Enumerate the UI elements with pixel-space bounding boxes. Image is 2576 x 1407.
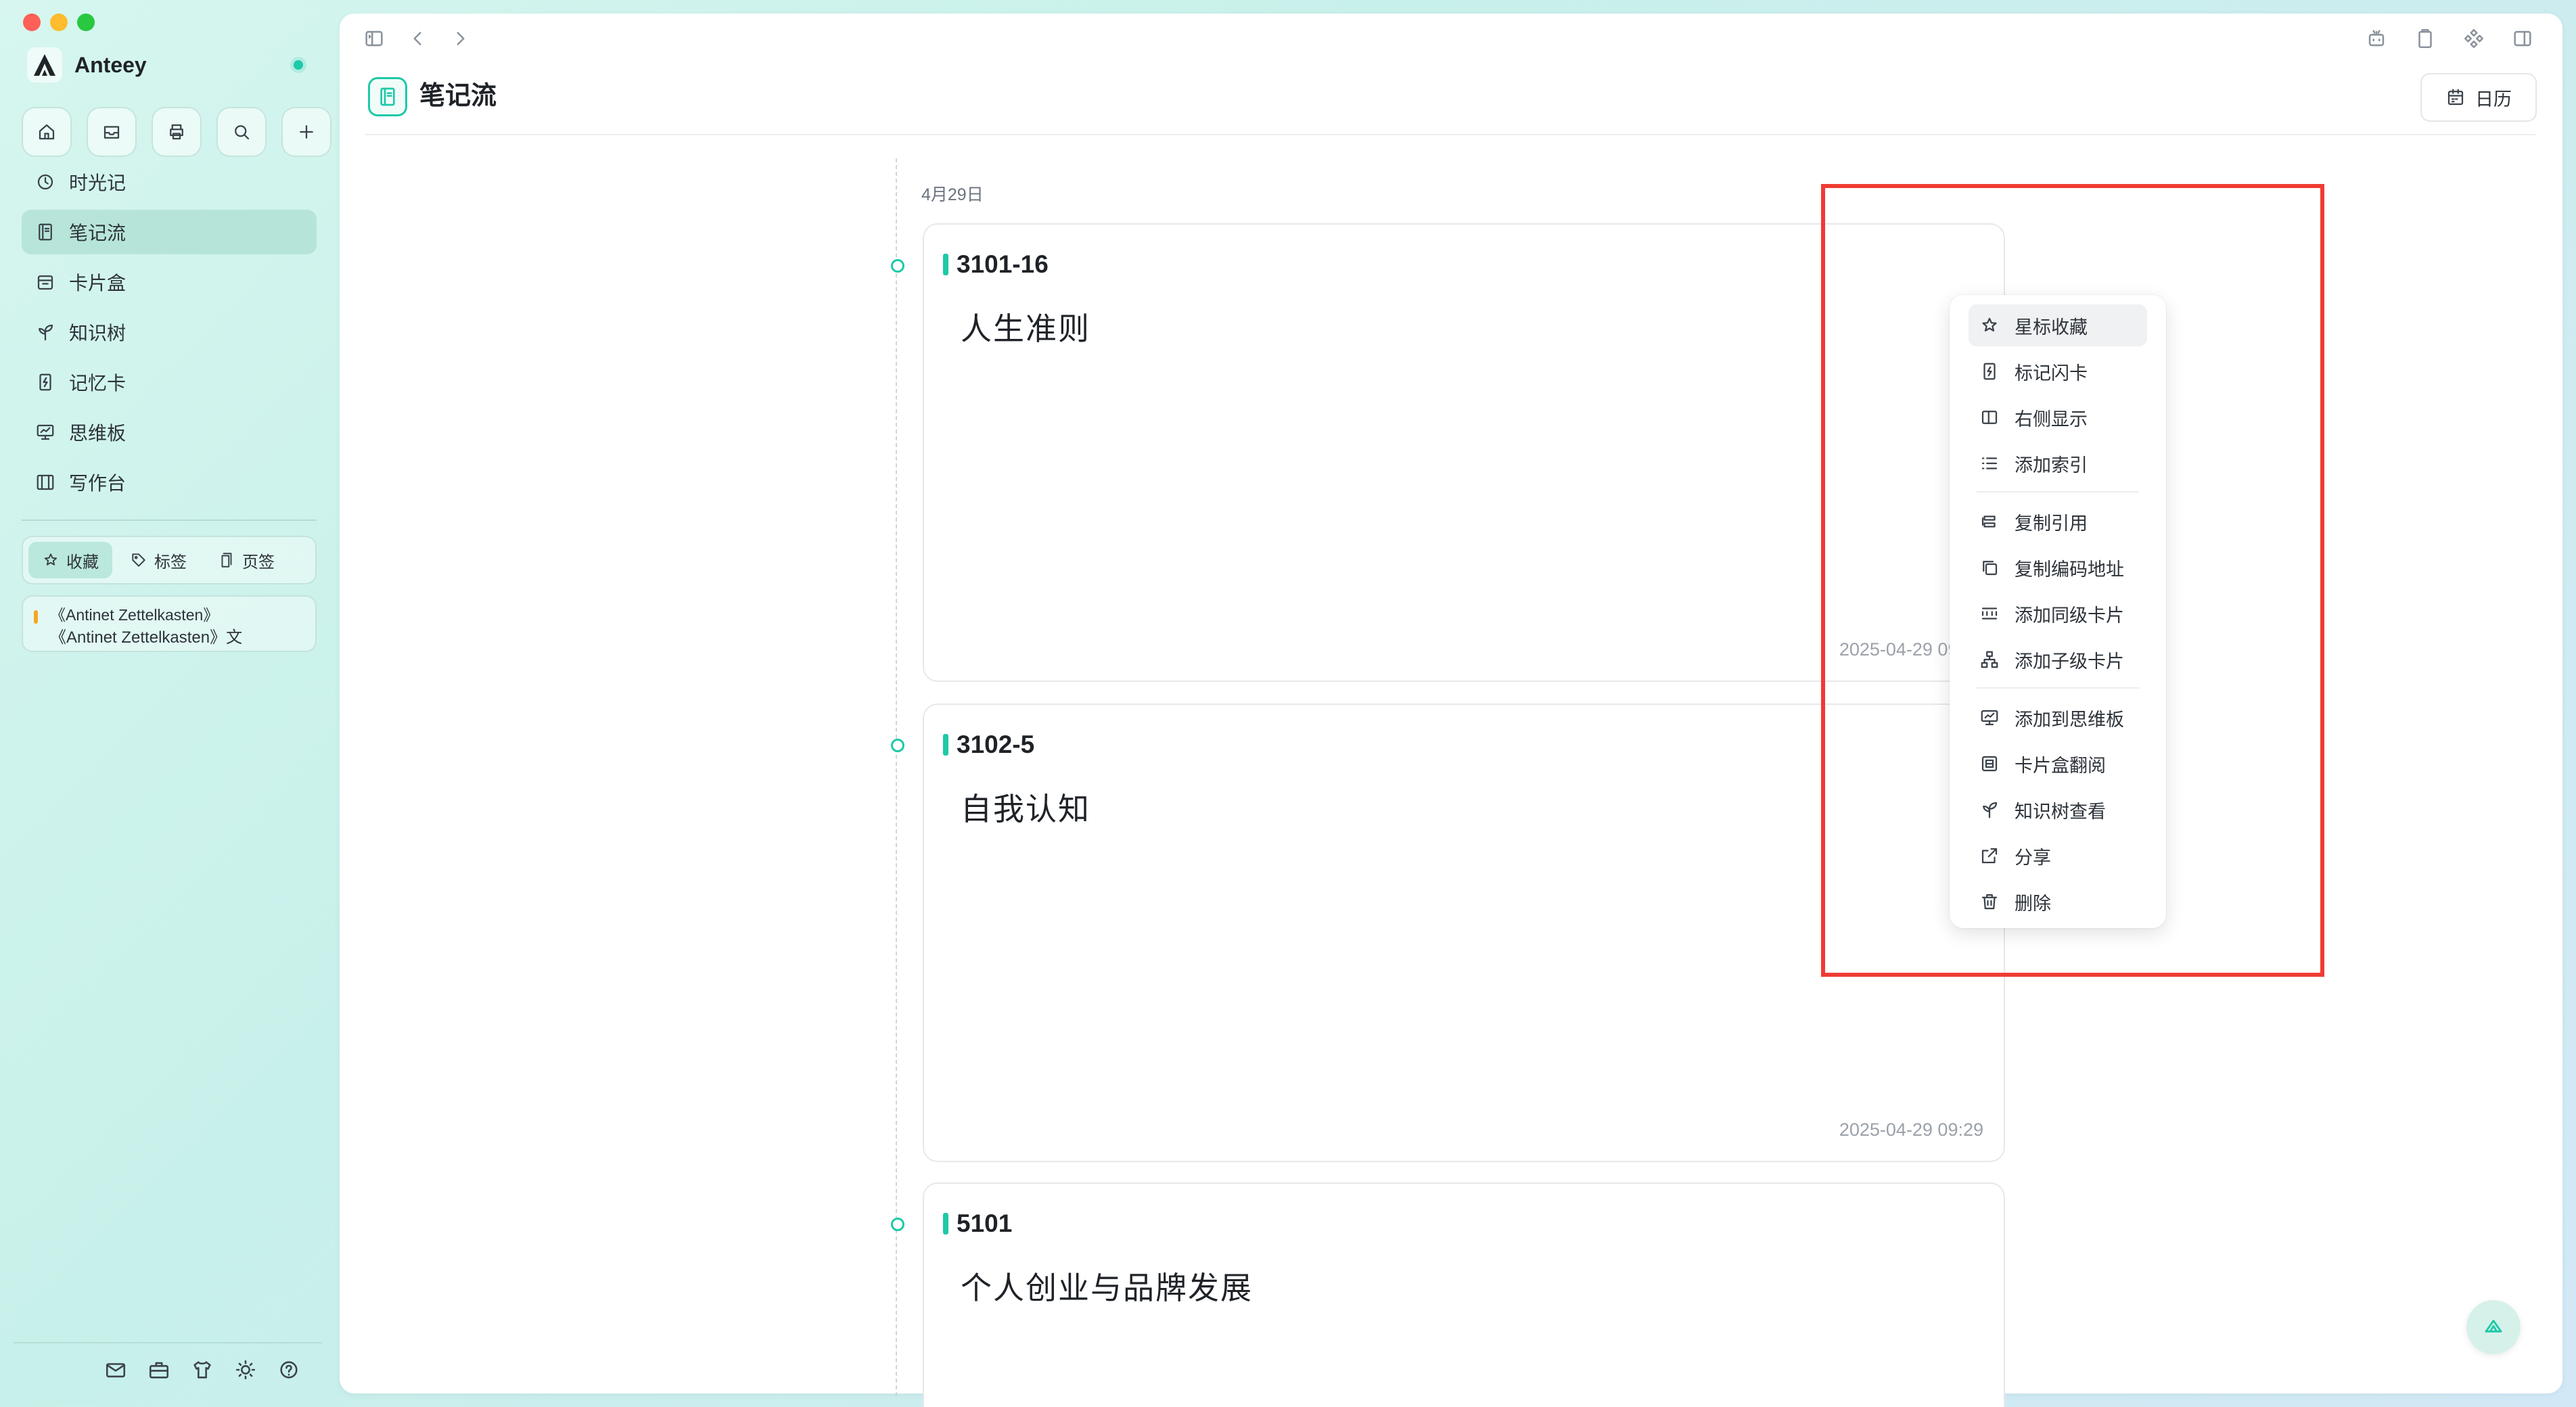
sidebar-divider (22, 520, 317, 521)
calendar-button-label: 日历 (2475, 89, 2512, 110)
timeline-dot (891, 259, 904, 273)
quick-actions (22, 107, 331, 157)
tab-label: 标签 (154, 553, 187, 572)
online-status-dot (294, 60, 303, 70)
favorite-item[interactable]: 《Antinet Zettelkasten》 《Antinet Zettelka… (22, 595, 317, 652)
card-timestamp: 2025-04-29 09:29 (1839, 1120, 1983, 1140)
app-name: Anteey (74, 52, 147, 77)
tab-favorites[interactable]: 收藏 (28, 542, 112, 578)
card-code: 5101 (943, 1209, 1012, 1238)
sidebar-item-label: 时光记 (69, 172, 127, 193)
sidebar-item-label: 写作台 (69, 473, 127, 494)
favorite-subtitle: 《Antinet Zettelkasten》文 (50, 628, 243, 647)
sidebar-item-label: 知识树 (69, 323, 127, 344)
toolbox-icon[interactable] (147, 1358, 170, 1381)
print-button[interactable] (152, 107, 202, 157)
sidebar-item-label: 卡片盒 (69, 273, 127, 294)
app-brand: Anteey (27, 47, 147, 83)
card-code: 3101-16 (943, 250, 1049, 279)
star-icon (44, 553, 58, 566)
navigation-controls (363, 27, 472, 50)
tab-label: 页签 (242, 553, 275, 572)
home-icon (39, 124, 55, 140)
sidebar-item-mind-board[interactable]: 思维板 (22, 410, 317, 455)
home-button[interactable] (22, 107, 72, 157)
sidebar-item-knowledge-tree[interactable]: 知识树 (22, 310, 317, 354)
shirt-icon[interactable] (191, 1358, 214, 1381)
forward-arrow-icon[interactable] (449, 27, 472, 50)
card-title: 个人创业与品牌发展 (961, 1270, 1253, 1306)
sidebar-item-memory-card[interactable]: 记忆卡 (22, 360, 317, 405)
timeline-dot (891, 739, 904, 752)
tab-pages[interactable]: 页签 (204, 542, 288, 578)
search-icon (235, 125, 250, 140)
sidebar-nav: 时光记 笔记流 卡片盒 知识树 记忆卡 思维板 写作台 (22, 160, 317, 510)
card-title: 自我认知 (961, 791, 1090, 827)
tab-tags[interactable]: 标签 (116, 542, 200, 578)
sidebar-item-notes-flow[interactable]: 笔记流 (22, 210, 317, 254)
favorite-marker (34, 610, 38, 624)
inbox-icon (104, 126, 120, 139)
sidebar-bottom-divider (14, 1342, 322, 1343)
flashcard-icon (39, 373, 51, 391)
close-window-button[interactable] (23, 14, 41, 31)
sidebar-tabs: 收藏 标签 页签 (22, 536, 317, 584)
mail-icon[interactable] (104, 1358, 127, 1381)
print-icon (170, 124, 183, 140)
search-button[interactable] (216, 107, 267, 157)
sidebar-item-label: 思维板 (69, 423, 127, 444)
toolbar-right (2365, 27, 2534, 50)
page-title: 笔记流 (419, 82, 497, 110)
sidebar-footer (104, 1358, 300, 1381)
card-code: 3102-5 (943, 731, 1034, 759)
sparkle-icon (2485, 1320, 2502, 1333)
zoom-window-button[interactable] (77, 14, 95, 31)
note-card[interactable]: 5101 个人创业与品牌发展 (923, 1182, 2005, 1407)
right-panel-icon[interactable] (2511, 27, 2534, 50)
sidebar-item-label: 记忆卡 (69, 373, 127, 394)
clock-icon (37, 174, 53, 190)
board-icon (37, 424, 54, 440)
header-divider (365, 134, 2535, 135)
sun-icon[interactable] (234, 1358, 257, 1381)
calendar-button[interactable]: 日历 (2420, 73, 2537, 122)
page-title-icon (368, 77, 407, 116)
plus-icon (300, 125, 313, 139)
notebook-icon (39, 223, 52, 241)
page-icon (221, 553, 232, 568)
plugin-icon[interactable] (2462, 27, 2485, 50)
timeline-dot (891, 1218, 904, 1231)
tag-icon (132, 553, 145, 567)
timeline-date: 4月29日 (921, 185, 984, 204)
card-title: 人生准则 (961, 311, 1090, 346)
clipboard-icon[interactable] (2414, 27, 2437, 50)
sprout-icon (39, 324, 53, 341)
minimize-window-button[interactable] (50, 14, 68, 31)
notebook-icon (380, 87, 395, 106)
favorite-title: 《Antinet Zettelkasten》 (50, 606, 219, 624)
sidebar-item-writing-desk[interactable]: 写作台 (22, 460, 317, 505)
back-arrow-icon[interactable] (406, 27, 429, 50)
calendar-icon (2447, 89, 2464, 106)
highlight-box (1821, 184, 2324, 977)
inbox-button[interactable] (87, 107, 137, 157)
add-button[interactable] (281, 107, 331, 157)
anteey-logo-icon (27, 47, 62, 83)
toggle-sidebar-icon[interactable] (363, 27, 386, 50)
assistant-float-button[interactable] (2466, 1300, 2521, 1354)
timeline-line (896, 158, 897, 1396)
tab-label: 收藏 (66, 553, 99, 572)
desk-icon (37, 474, 54, 490)
robot-icon[interactable] (2365, 27, 2388, 50)
window-controls (23, 14, 95, 31)
help-icon[interactable] (277, 1358, 300, 1381)
sidebar-item-card-box[interactable]: 卡片盒 (22, 260, 317, 304)
card-box-icon (37, 275, 53, 290)
sidebar-item-label: 笔记流 (69, 223, 127, 244)
sidebar-item-timeline[interactable]: 时光记 (22, 160, 317, 204)
